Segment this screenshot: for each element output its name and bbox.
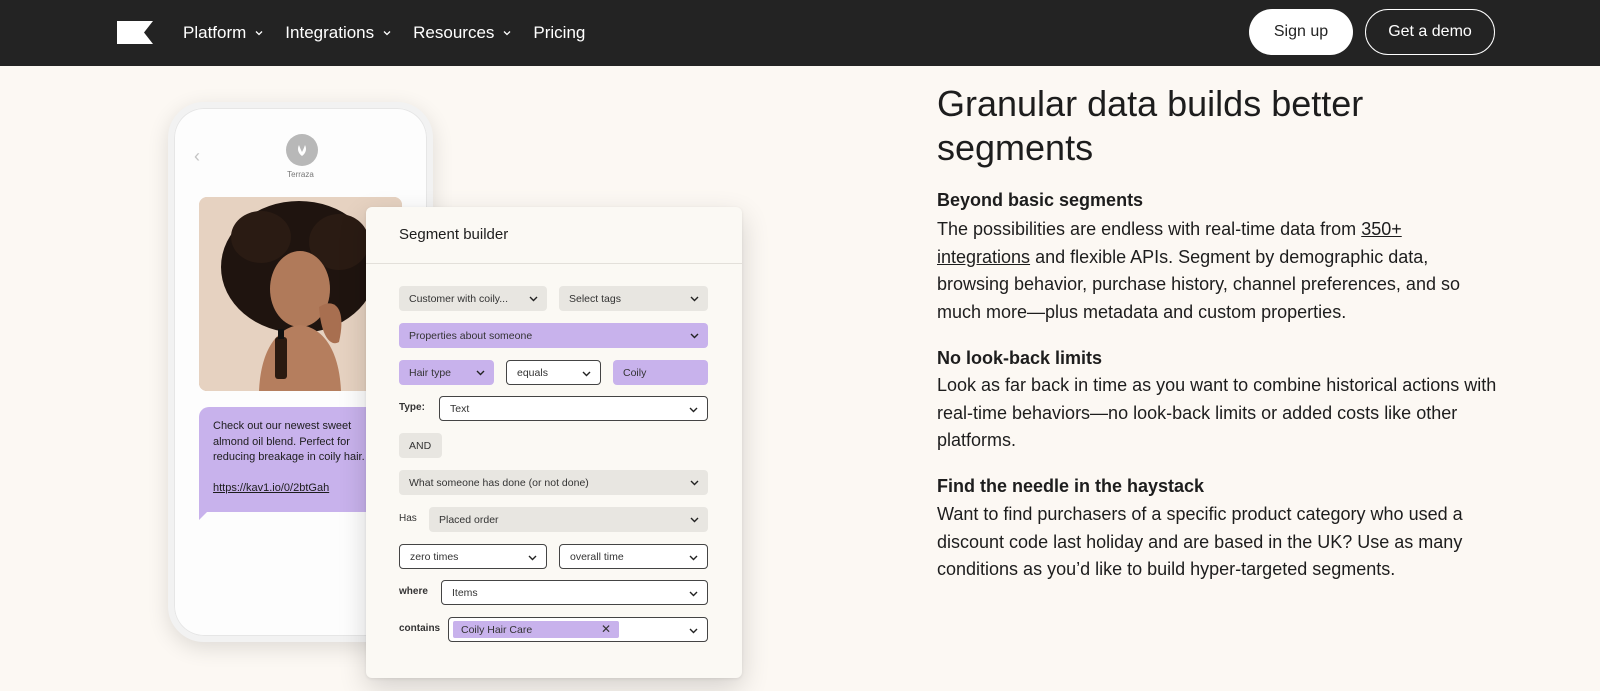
message-link[interactable]: https://kav1.io/0/2btGah	[213, 481, 375, 497]
chevron-down-icon	[689, 591, 698, 597]
button-label: AND	[409, 439, 432, 452]
close-icon[interactable]: ✕	[601, 622, 611, 636]
get-a-demo-button[interactable]: Get a demo	[1365, 9, 1495, 55]
message-text-line: Check out our newest sweet	[213, 420, 352, 432]
field-value: Coily	[623, 366, 647, 379]
chevron-down-icon	[528, 555, 537, 561]
nav-item-label: Platform	[183, 23, 247, 42]
feature-description: Look as far back in time as you want to …	[937, 375, 1497, 450]
select-value: Properties about someone	[409, 329, 533, 342]
has-label: Has	[399, 513, 417, 524]
brand-name: Terraza	[287, 170, 314, 179]
properties-select[interactable]: Properties about someone	[399, 323, 708, 348]
select-value: Placed order	[439, 513, 499, 526]
frequency-select[interactable]: zero times	[399, 544, 547, 569]
select-value: Customer with coily...	[409, 292, 508, 305]
customer-select[interactable]: Customer with coily...	[399, 286, 547, 311]
chevron-down-icon	[582, 371, 591, 377]
feature-text: The possibilities are endless with real-…	[937, 219, 1362, 239]
nav-item-label: Pricing	[533, 23, 586, 42]
contains-select[interactable]: Coily Hair Care ✕	[448, 617, 708, 642]
leaf-icon	[298, 145, 306, 156]
chevron-down-icon	[529, 296, 538, 302]
property-name-select[interactable]: Hair type	[399, 360, 494, 385]
timeframe-select[interactable]: overall time	[559, 544, 708, 569]
select-value: Hair type	[409, 366, 452, 379]
type-select[interactable]: Text	[439, 396, 708, 421]
chevron-left-icon: ‹	[194, 146, 200, 166]
feature-title: Find the needle in the haystack	[937, 476, 1205, 496]
nav-item-integrations[interactable]: Integrations	[285, 23, 391, 43]
nav-item-label: Resources	[413, 23, 495, 42]
nav-item-platform[interactable]: Platform	[183, 23, 263, 43]
sms-message-bubble: Check out our newest sweet almond oil bl…	[199, 407, 389, 512]
section-heading: Granular data builds better segments	[937, 83, 1364, 168]
type-label: Type:	[399, 402, 425, 413]
operator-select[interactable]: equals	[506, 360, 601, 385]
klaviyo-logo[interactable]	[117, 21, 153, 44]
chevron-down-icon	[476, 370, 485, 376]
brand-avatar	[286, 134, 318, 166]
top-navbar: Platform Integrations Resources Pricing …	[0, 0, 1600, 66]
and-button[interactable]: AND	[399, 433, 442, 458]
where-label: where	[399, 586, 428, 597]
divider	[366, 263, 742, 264]
chevron-down-icon	[690, 480, 699, 486]
chevron-down-icon	[689, 555, 698, 561]
nav-menu: Platform Integrations Resources Pricing	[183, 0, 607, 66]
feature-title: No look-back limits	[937, 348, 1103, 368]
nav-item-pricing[interactable]: Pricing	[533, 23, 585, 43]
has-select[interactable]: Placed order	[429, 507, 708, 532]
select-value: Text	[450, 402, 470, 415]
chevron-down-icon	[255, 31, 263, 36]
select-value: overall time	[570, 550, 624, 563]
tag-label: Coily Hair Care	[461, 623, 533, 636]
chevron-down-icon	[690, 517, 699, 523]
select-value: What someone has done (or not done)	[409, 476, 589, 489]
bubble-tail	[199, 508, 211, 520]
segment-builder-card: Segment builder Customer with coily... S…	[366, 207, 742, 678]
chevron-down-icon	[503, 31, 511, 36]
feature-description: The possibilities are endless with real-…	[937, 216, 1497, 326]
select-value: zero times	[410, 550, 459, 563]
chevron-down-icon	[689, 407, 698, 413]
value-field[interactable]: Coily	[613, 360, 708, 385]
nav-item-label: Integrations	[285, 23, 375, 42]
chevron-down-icon	[383, 31, 391, 36]
select-value: Select tags	[569, 292, 621, 305]
where-select[interactable]: Items	[441, 580, 708, 605]
action-select[interactable]: What someone has done (or not done)	[399, 470, 708, 495]
message-text-line: reducing breakage in coily hair.	[213, 451, 365, 463]
chevron-down-icon	[690, 333, 699, 339]
chevron-down-icon	[690, 296, 699, 302]
segment-builder-title: Segment builder	[399, 226, 509, 243]
select-value: Items	[452, 586, 478, 599]
select-value: equals	[517, 366, 548, 379]
tags-select[interactable]: Select tags	[559, 286, 708, 311]
contains-label: contains	[399, 623, 441, 634]
chevron-down-icon	[689, 628, 698, 634]
sign-up-button[interactable]: Sign up	[1249, 9, 1353, 55]
feature-title: Beyond basic segments	[937, 190, 1144, 210]
message-text-line: almond oil blend. Perfect for	[213, 435, 350, 448]
nav-item-resources[interactable]: Resources	[413, 23, 511, 43]
feature-description: Want to find purchasers of a specific pr…	[937, 504, 1463, 579]
selected-tag: Coily Hair Care ✕	[453, 621, 619, 638]
